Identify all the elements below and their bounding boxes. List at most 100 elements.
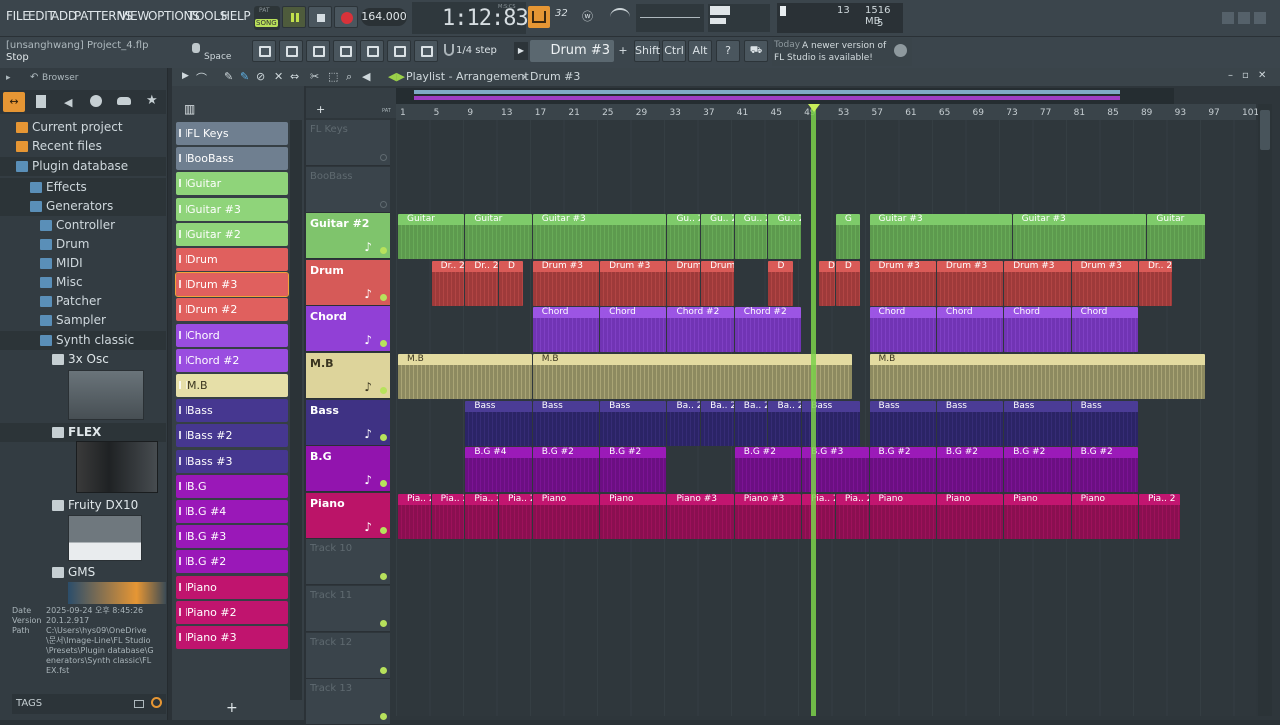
pattern-clip[interactable]: Piano [532,493,600,539]
playlist-maximize-button[interactable]: ▫ [1242,70,1249,81]
browser-item-gms[interactable]: GMS [0,563,166,582]
browser-item-midi[interactable]: MIDI [0,254,166,273]
add-channel-button[interactable]: + [226,700,238,716]
browser-star-icon[interactable]: ★ [146,93,158,108]
stop-button[interactable] [308,6,332,28]
delete-tool-icon[interactable]: ⊘ [256,70,265,83]
pattern-clip[interactable]: Piano [936,493,1004,539]
browser-item-flex[interactable]: FLEX [0,423,166,442]
playback-tool-icon[interactable]: ◀ [362,70,370,83]
pattern-clip[interactable]: Drum #3 [532,260,600,306]
pattern-clip[interactable]: Bass [532,400,600,446]
help-icon[interactable]: ? [716,40,740,62]
track-mute-led[interactable] [380,480,387,488]
step-size-select[interactable]: 1/4 step [456,42,512,60]
pattern-clip[interactable]: M.B [532,354,852,399]
master-volume-slider[interactable] [708,4,770,32]
track-mute-led[interactable] [380,713,387,721]
snap-icon[interactable] [252,40,276,62]
pattern-clip[interactable]: D [835,260,861,306]
pattern-clip[interactable]: Drum #3 [936,260,1004,306]
track-header-bass[interactable]: Bass ♪ [306,399,390,446]
pattern-clip[interactable]: B.G #2 [600,447,667,493]
browser-toggle-icon[interactable] [387,40,411,62]
pattern-song-toggle[interactable]: PAT SONG [254,6,280,30]
add-track-button[interactable]: + [316,103,325,116]
browser-cloud-icon[interactable] [117,97,131,105]
channel-drum-2[interactable]: Drum #2 [176,298,288,322]
pattern-clip[interactable]: Gu.. 2 [701,214,734,260]
channel-rack-icon[interactable] [360,40,384,62]
browser-item-drum[interactable]: Drum [0,235,166,254]
pattern-clip[interactable]: Guitar #3 [1012,214,1147,260]
step-edit-icon[interactable]: 32 [555,8,575,26]
pattern-clip[interactable]: Bass [1004,400,1071,446]
window-maximize-button[interactable] [1238,12,1250,24]
search-icon[interactable] [151,697,162,708]
channel-bass-3[interactable]: Bass #3 [176,449,288,473]
pattern-clip[interactable]: B.G #2 [734,447,802,493]
channel-piano[interactable]: Piano [176,575,288,599]
slip-tool-icon[interactable]: ⇔ [290,70,299,83]
shift-button[interactable]: Shift [634,40,660,62]
pattern-clip[interactable]: Ba.. 2 [701,400,734,446]
track-header-m-b[interactable]: M.B ♪ [306,353,390,399]
track-mute-led[interactable] [380,387,387,394]
channel-piano-2[interactable]: Piano #2 [176,600,288,624]
shop-cart-icon[interactable]: ⛟ [744,40,768,62]
channel-boobass[interactable]: BooBass [176,147,288,171]
browser-doc-icon[interactable] [36,95,46,108]
channel-guitar-2[interactable]: Guitar #2 [176,222,288,246]
track-mute-led[interactable] [380,666,387,674]
pattern-clip[interactable]: M.B [869,354,1206,399]
track-header-guitar-2[interactable]: Guitar #2 ♪ [306,213,390,260]
plugin-thumb-dx10[interactable] [68,515,142,561]
browser-item-generators[interactable]: Generators [0,197,166,216]
pattern-clip[interactable]: Piano #3 [667,493,734,539]
pattern-clip[interactable]: Drum [701,260,734,306]
track-mute-led[interactable] [380,154,387,161]
pattern-clip[interactable]: Piano #3 [734,493,802,539]
channel-bass-2[interactable]: Bass #2 [176,424,288,448]
pattern-clip[interactable]: Bass [936,400,1004,446]
alt-button[interactable]: Alt [688,40,712,62]
pattern-clip[interactable]: Chord [869,307,936,353]
track-mute-led[interactable] [380,620,387,627]
select-tool-icon[interactable]: ⬚ [328,70,338,83]
browser-item-sampler[interactable]: Sampler [0,311,166,330]
pattern-clip[interactable]: Guitar [1147,214,1206,260]
record-mic-icon[interactable] [414,40,438,62]
playhead[interactable] [810,104,816,716]
pattern-clip[interactable]: B.G #2 [869,447,936,493]
playlist-minimize-button[interactable]: – [1228,70,1233,81]
track-mute-led[interactable] [380,573,387,581]
channel-b-g-2[interactable]: B.G #2 [176,550,288,574]
channel-b-g-3[interactable]: B.G #3 [176,525,288,549]
piano-roll-icon[interactable] [306,40,330,62]
loop-record-icon[interactable]: ⓦ [582,8,604,26]
pattern-clip[interactable]: Gu.. 2 [667,214,701,260]
pattern-clip[interactable]: D [499,260,524,306]
mute-tool-icon[interactable]: ✕ [274,70,283,83]
browser-speaker-icon[interactable]: ◀ [64,96,72,109]
pattern-clip[interactable]: Drum [667,260,701,306]
mixer-icon[interactable] [333,40,357,62]
slice-tool-icon[interactable]: ✂ [310,70,319,83]
track-mute-led[interactable] [380,247,387,255]
browser-back-icon[interactable]: ↶ [30,72,38,83]
browser-plugin-icon[interactable] [90,95,102,107]
pattern-clip[interactable]: Ba.. 2 [734,400,768,446]
channel-drum-3[interactable]: Drum #3 [175,272,289,298]
menu-file[interactable]: FILE [6,9,30,23]
pattern-clip[interactable]: G [835,214,861,260]
pattern-clip[interactable]: Piano [869,493,936,539]
track-header-track-10[interactable]: Track 10 [306,539,390,586]
playhead-marker-icon[interactable] [807,104,820,112]
pattern-clip[interactable]: B.G #2 [532,447,600,493]
pattern-clip[interactable]: B.G #4 [465,447,532,493]
menu-add[interactable]: ADD [51,9,77,23]
pattern-clip[interactable]: Guitar [465,214,532,260]
channel-guitar-3[interactable]: Guitar #3 [176,197,288,221]
channel-fl-keys[interactable]: FL Keys [176,122,288,145]
channel-piano-3[interactable]: Piano #3 [176,626,288,649]
